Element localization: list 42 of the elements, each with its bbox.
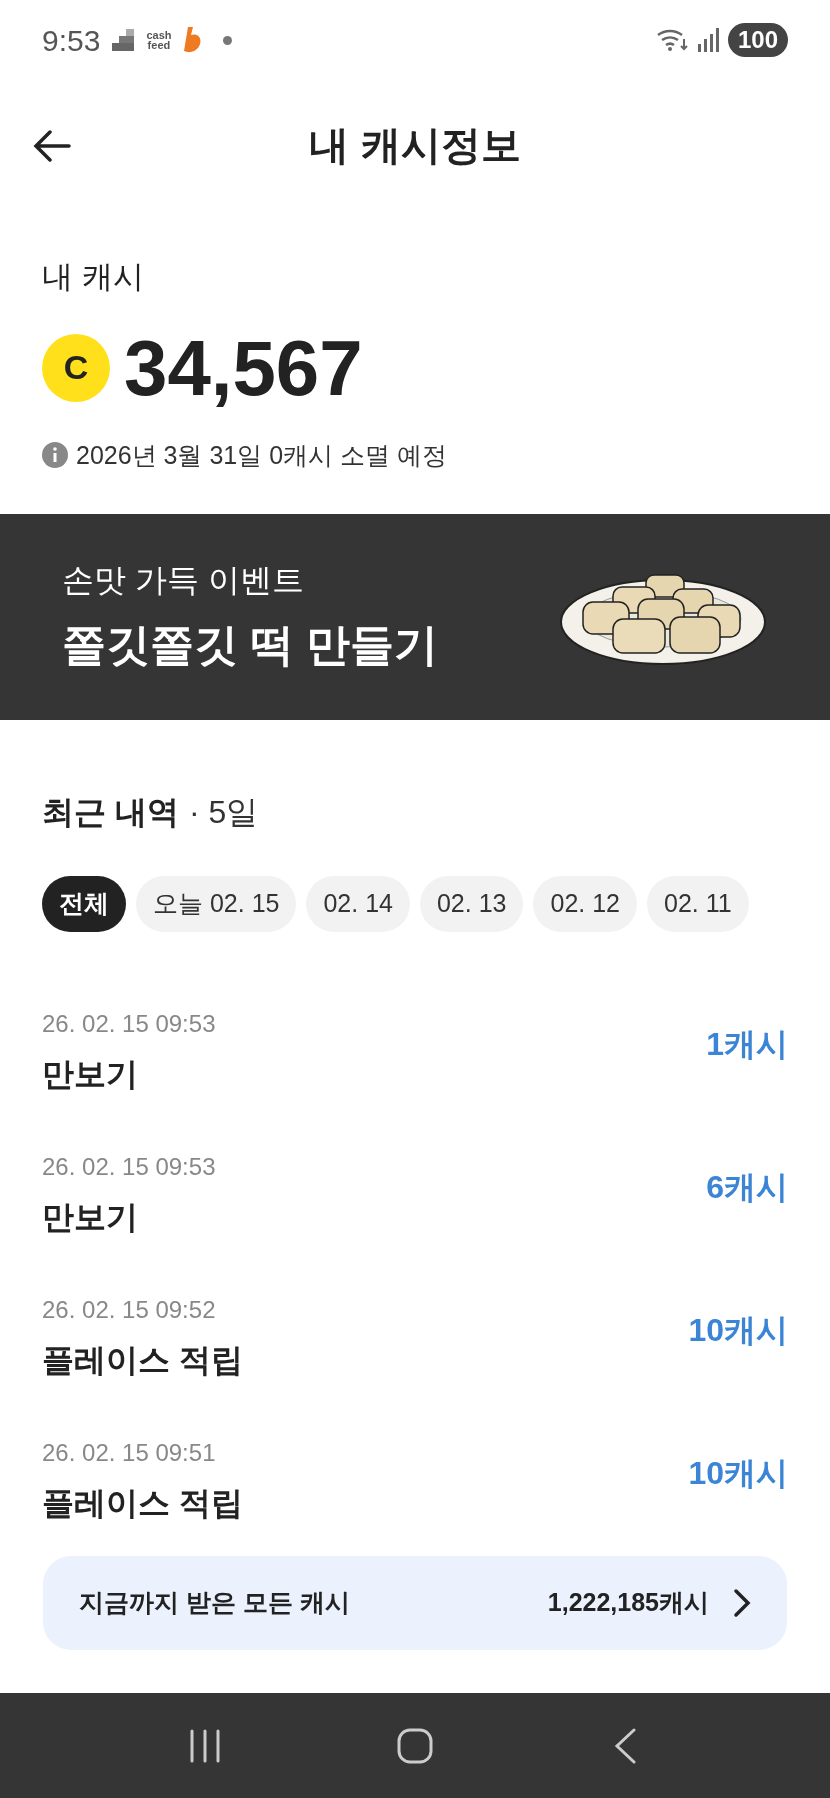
wifi-icon [655,27,690,53]
total-amount: 1,222,185캐시 [547,1587,709,1619]
info-icon [42,442,68,469]
back-arrow-icon [33,130,71,162]
signal-icon [697,28,720,52]
battery-indicator: 100 [727,23,788,57]
coin-icon: C [42,333,110,402]
status-time: 9:53 [42,22,101,59]
chevron-right-icon [733,1588,751,1618]
period-label: · 5일 [188,793,259,832]
expiry-notice: 2026년 3월 31일 0캐시 소멸 예정 [76,439,447,471]
history-title: 만보기 [42,1055,139,1094]
home-icon [397,1727,433,1764]
date-filter-chip[interactable]: 02. 12 [533,876,637,932]
history-date: 26. 02. 15 09:53 [42,1009,216,1039]
date-filter-chip[interactable]: 02. 14 [306,876,410,932]
date-filter-chip[interactable]: 02. 13 [419,876,524,932]
history-date: 26. 02. 15 09:52 [42,1295,217,1325]
page-title: 내 캐시정보 [309,122,521,169]
recent-apps-icon [188,1728,222,1763]
history-amount: 1캐시 [706,1025,788,1064]
history-date: 26. 02. 15 09:51 [42,1438,217,1468]
history-amount: 10캐시 [688,1454,788,1493]
history-date: 26. 02. 15 09:53 [42,1152,216,1182]
history-title: 플레이스 적립 [42,1341,243,1380]
date-filter-chip[interactable]: 오늘 02. 15 [136,876,297,932]
banner-subtitle: 손맛 가득 이벤트 [62,561,305,600]
section-title: 최근 내역 [42,793,179,832]
stairs-icon [112,29,135,51]
history-title: 만보기 [42,1198,139,1237]
history-title: 플레이스 적립 [42,1484,243,1523]
banner-title: 쫄깃쫄깃 떡 만들기 [62,619,439,671]
balance-label: 내 캐시 [42,258,145,296]
total-cash-button[interactable]: 지금까지 받은 모든 캐시 1,222,185캐시 [43,1556,787,1650]
history-amount: 10캐시 [688,1311,788,1350]
balance-amount: 34,567 [124,322,363,413]
back-icon [613,1727,637,1764]
date-filter-chip[interactable]: 전체 [42,876,126,932]
event-banner[interactable]: 손맛 가득 이벤트 쫄깃쫄깃 떡 만들기 [0,514,830,720]
history-amount: 6캐시 [706,1168,788,1207]
date-filter-chip[interactable]: 02. 11 [647,876,749,932]
cashfeed-logo: cash feed [146,30,172,50]
